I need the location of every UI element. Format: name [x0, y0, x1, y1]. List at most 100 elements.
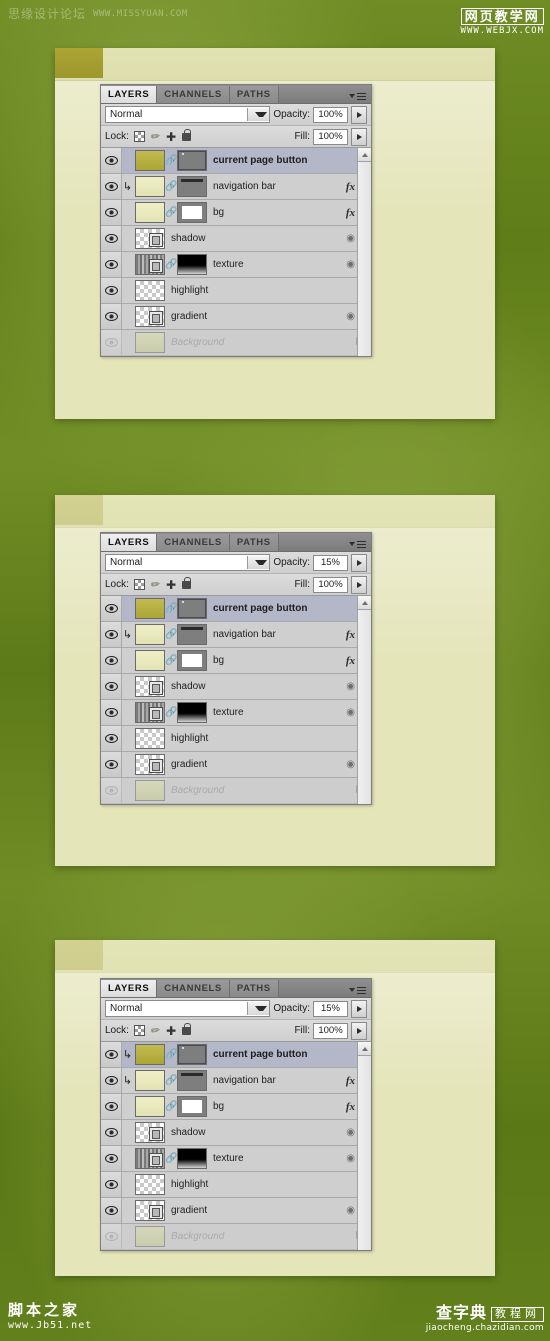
- layer-thumbnail[interactable]: [135, 676, 165, 697]
- layer-name[interactable]: bg: [207, 1101, 346, 1112]
- layer-row[interactable]: 🔗 current page button: [101, 148, 371, 174]
- layer-name[interactable]: texture: [207, 259, 346, 270]
- layer-visibility-icon[interactable]: [101, 330, 122, 355]
- layer-thumbnail[interactable]: [135, 624, 165, 645]
- layer-name[interactable]: texture: [207, 707, 346, 718]
- layer-visibility-icon[interactable]: [101, 700, 122, 725]
- layer-thumbnail[interactable]: [135, 202, 165, 223]
- layer-row[interactable]: ↳ 🔗 navigation bar fx: [101, 1068, 371, 1094]
- layer-visibility-icon[interactable]: [101, 148, 122, 173]
- layer-visibility-icon[interactable]: [101, 174, 122, 199]
- layer-mask-thumbnail[interactable]: [177, 202, 207, 223]
- lock-position-icon[interactable]: ✚: [166, 579, 176, 591]
- opacity-slider-button[interactable]: [351, 553, 367, 572]
- layer-name[interactable]: gradient: [165, 311, 346, 322]
- layer-list-scrollbar[interactable]: [357, 596, 371, 804]
- fill-slider-button[interactable]: [351, 575, 367, 594]
- layer-visibility-icon[interactable]: [101, 1042, 122, 1067]
- layer-thumbnail[interactable]: [135, 1174, 165, 1195]
- layer-thumbnail[interactable]: [135, 1200, 165, 1221]
- tab-layers[interactable]: LAYERS: [101, 86, 158, 103]
- layer-row[interactable]: ↳ 🔗 navigation bar fx: [101, 174, 371, 200]
- fill-slider-button[interactable]: [351, 127, 367, 146]
- tab-paths[interactable]: PATHS: [229, 86, 279, 103]
- layer-name[interactable]: Background: [165, 785, 356, 796]
- layer-thumbnail[interactable]: [135, 176, 165, 197]
- blend-mode-select[interactable]: Normal: [105, 554, 271, 571]
- layer-link-icon[interactable]: 🔗: [165, 655, 177, 666]
- layer-mask-thumbnail[interactable]: [177, 1148, 207, 1169]
- opacity-slider-button[interactable]: [351, 105, 367, 124]
- layer-visibility-icon[interactable]: [101, 1146, 122, 1171]
- layer-mask-thumbnail[interactable]: [177, 598, 207, 619]
- scroll-up-arrow-icon[interactable]: [358, 148, 371, 162]
- layer-link-icon[interactable]: 🔗: [165, 1075, 177, 1086]
- layer-mask-thumbnail[interactable]: [177, 624, 207, 645]
- layer-name[interactable]: gradient: [165, 1205, 346, 1216]
- layer-list-scrollbar[interactable]: [357, 148, 371, 356]
- tab-layers[interactable]: LAYERS: [101, 980, 158, 997]
- mockup-current-page-button-3[interactable]: [55, 940, 103, 970]
- opacity-value[interactable]: 15%: [313, 1000, 348, 1017]
- scroll-up-arrow-icon[interactable]: [358, 596, 371, 610]
- layer-visibility-icon[interactable]: [101, 1224, 122, 1249]
- lock-transparent-pixels-icon[interactable]: [133, 131, 145, 142]
- layer-link-icon[interactable]: 🔗: [165, 259, 177, 270]
- layer-link-icon[interactable]: 🔗: [165, 207, 177, 218]
- layer-visibility-icon[interactable]: [101, 1094, 122, 1119]
- layer-thumbnail[interactable]: [135, 1226, 165, 1247]
- layer-row[interactable]: ↳ 🔗 navigation bar fx: [101, 622, 371, 648]
- layer-thumbnail[interactable]: [135, 1070, 165, 1091]
- layer-link-icon[interactable]: 🔗: [165, 1049, 177, 1060]
- layer-thumbnail[interactable]: [135, 650, 165, 671]
- layer-row[interactable]: shadow ◉: [101, 1120, 371, 1146]
- layer-list-scrollbar[interactable]: [357, 1042, 371, 1250]
- lock-all-icon[interactable]: [182, 1022, 192, 1035]
- layer-mask-thumbnail[interactable]: [177, 1096, 207, 1117]
- layer-mask-thumbnail[interactable]: [177, 254, 207, 275]
- opacity-value[interactable]: 100%: [313, 106, 348, 123]
- layer-visibility-icon[interactable]: [101, 226, 122, 251]
- layer-visibility-icon[interactable]: [101, 278, 122, 303]
- layer-visibility-icon[interactable]: [101, 1120, 122, 1145]
- layer-visibility-icon[interactable]: [101, 778, 122, 803]
- layers-palette-1[interactable]: LAYERS CHANNELS PATHS Normal Opacity: 100% Loc…: [100, 84, 372, 357]
- layers-palette-3[interactable]: LAYERS CHANNELS PATHS Normal Opacity: 15% Lock…: [100, 978, 372, 1251]
- mockup-current-page-button-2[interactable]: [55, 495, 103, 525]
- layer-name[interactable]: current page button: [207, 603, 371, 614]
- lock-image-pixels-icon[interactable]: ✏: [150, 1023, 161, 1037]
- layer-name[interactable]: navigation bar: [207, 181, 346, 192]
- layer-row[interactable]: gradient ◉: [101, 1198, 371, 1224]
- layer-mask-thumbnail[interactable]: [177, 150, 207, 171]
- layer-visibility-icon[interactable]: [101, 1172, 122, 1197]
- layer-row[interactable]: highlight: [101, 726, 371, 752]
- lock-transparent-pixels-icon[interactable]: [133, 579, 145, 590]
- fill-slider-button[interactable]: [351, 1021, 367, 1040]
- layer-visibility-icon[interactable]: [101, 252, 122, 277]
- layer-link-icon[interactable]: 🔗: [165, 603, 177, 614]
- layer-link-icon[interactable]: 🔗: [165, 1101, 177, 1112]
- layer-thumbnail[interactable]: [135, 1148, 165, 1169]
- lock-all-icon[interactable]: [182, 128, 192, 141]
- layer-thumbnail[interactable]: [135, 150, 165, 171]
- layer-name[interactable]: shadow: [165, 1127, 346, 1138]
- chevron-down-icon[interactable]: [247, 108, 270, 121]
- layer-link-icon[interactable]: 🔗: [165, 707, 177, 718]
- layer-thumbnail[interactable]: [135, 254, 165, 275]
- layer-mask-thumbnail[interactable]: [177, 650, 207, 671]
- layer-visibility-icon[interactable]: [101, 674, 122, 699]
- tab-paths[interactable]: PATHS: [229, 534, 279, 551]
- fill-value[interactable]: 100%: [313, 1022, 348, 1039]
- layer-row[interactable]: shadow ◉: [101, 674, 371, 700]
- layer-name[interactable]: texture: [207, 1153, 346, 1164]
- layer-thumbnail[interactable]: [135, 228, 165, 249]
- layer-row[interactable]: ↳ 🔗 current page button: [101, 1042, 371, 1068]
- layer-row[interactable]: Background: [101, 778, 371, 804]
- layer-thumbnail[interactable]: [135, 702, 165, 723]
- layer-mask-thumbnail[interactable]: [177, 702, 207, 723]
- layer-row[interactable]: highlight: [101, 1172, 371, 1198]
- layer-name[interactable]: current page button: [207, 1049, 371, 1060]
- layer-name[interactable]: bg: [207, 655, 346, 666]
- layer-link-icon[interactable]: 🔗: [165, 1153, 177, 1164]
- layer-visibility-icon[interactable]: [101, 1068, 122, 1093]
